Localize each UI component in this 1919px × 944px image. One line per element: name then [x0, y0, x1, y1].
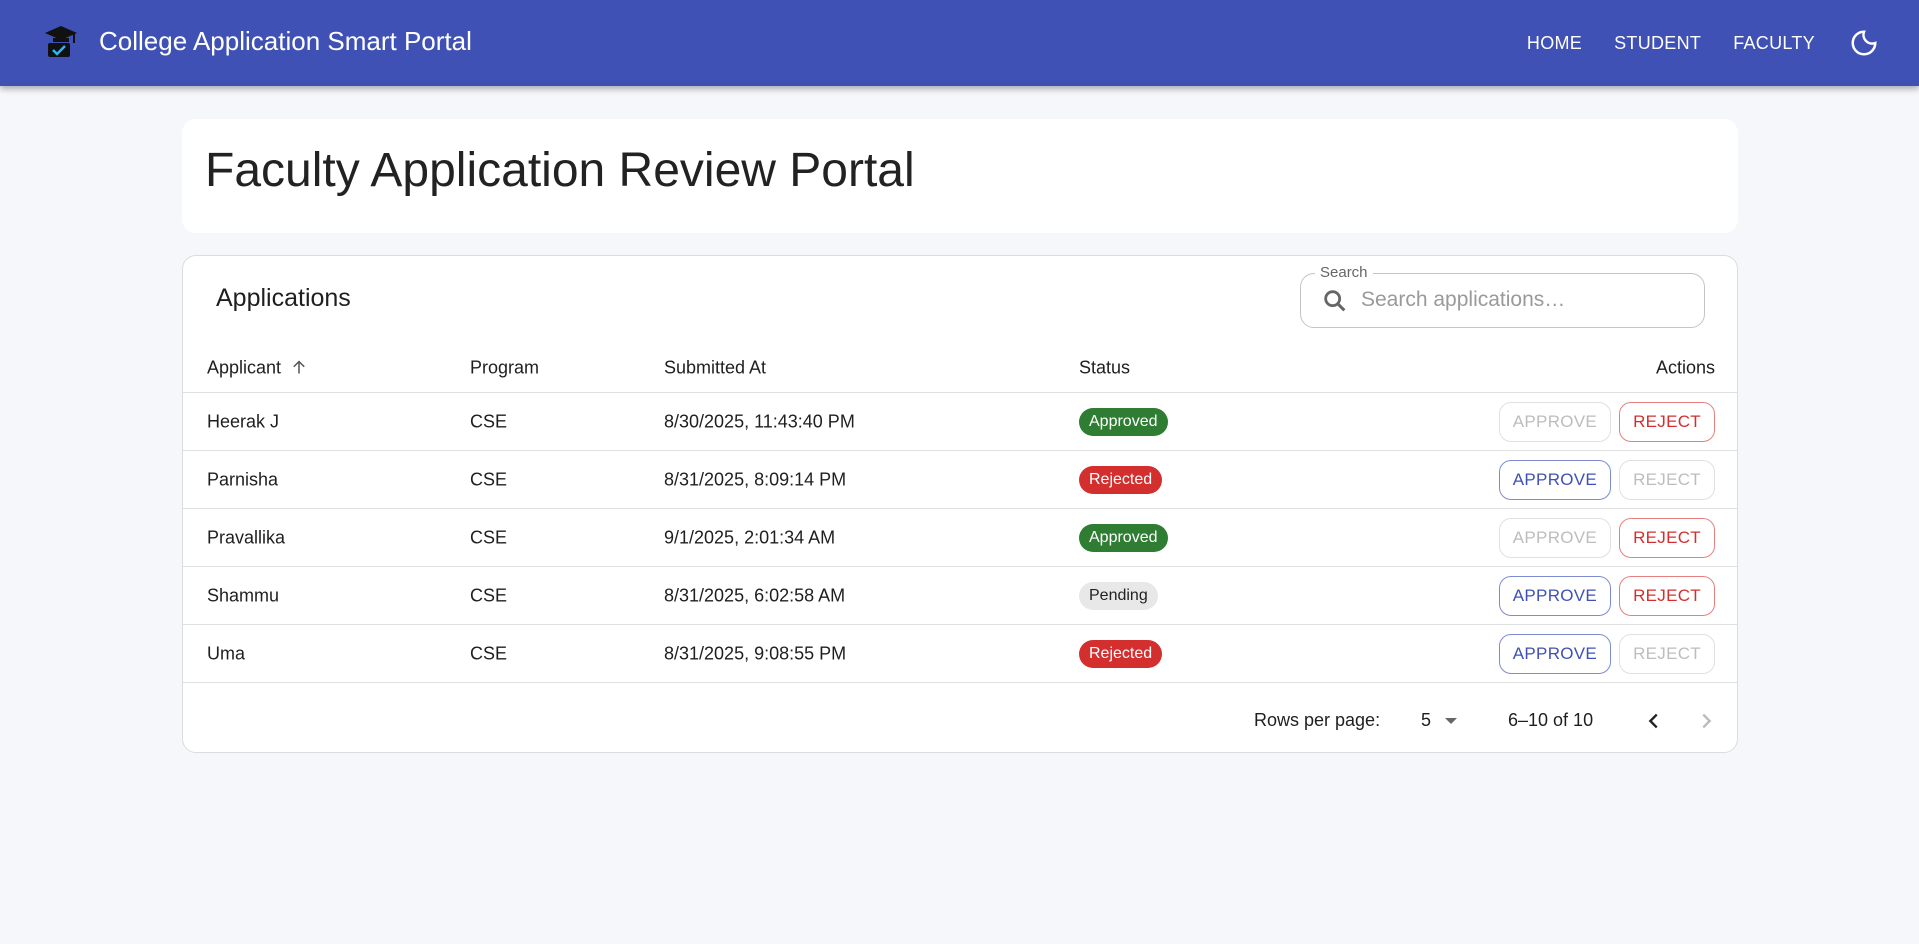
status-badge: Approved — [1079, 523, 1168, 552]
page-range: 6–10 of 10 — [1508, 710, 1594, 730]
app-title: College Application Smart Portal — [99, 26, 472, 56]
status-badge: Approved — [1079, 407, 1168, 436]
approve-button[interactable]: APPROVE — [1498, 517, 1612, 558]
status-cell: Rejected — [1079, 639, 1163, 668]
reject-button[interactable]: REJECT — [1619, 633, 1715, 674]
status-badge: Rejected — [1079, 465, 1163, 494]
submitted-at: 8/30/2025, 11:43:40 PM — [664, 411, 855, 431]
sort-arrow-up-icon[interactable] — [290, 359, 308, 377]
approve-button[interactable]: APPROVE — [1498, 575, 1612, 616]
column-label: Applicant — [207, 357, 282, 378]
column-applicant[interactable]: Applicant — [207, 358, 308, 379]
column-submitted: Submitted At — [664, 357, 767, 378]
program: CSE — [470, 643, 508, 663]
reject-button[interactable]: REJECT — [1619, 459, 1715, 500]
applicant-name: Pravallika — [207, 527, 286, 547]
program: CSE — [470, 411, 508, 431]
search-field: Search — [1300, 264, 1705, 328]
table-row: Uma CSE 8/31/2025, 9:08:55 PM Rejected A… — [183, 625, 1737, 683]
moon-icon[interactable] — [1849, 28, 1879, 58]
nav-bar: HOME STUDENT FACULTY — [1511, 0, 1879, 86]
column-actions: Actions — [1655, 357, 1715, 378]
status-cell: Approved — [1079, 407, 1168, 436]
pagination: Rows per page: 5 6–10 of 10 — [183, 706, 1737, 736]
reject-button[interactable]: REJECT — [1619, 401, 1715, 442]
column-status: Status — [1079, 357, 1131, 378]
table-row: Heerak J CSE 8/30/2025, 11:43:40 PM Appr… — [183, 393, 1737, 451]
program: CSE — [470, 469, 508, 489]
submitted-at: 8/31/2025, 8:09:14 PM — [664, 469, 847, 489]
program: CSE — [470, 527, 508, 547]
approve-button[interactable]: APPROVE — [1498, 459, 1612, 500]
actions-cell: APPROVE REJECT — [1491, 575, 1715, 616]
applicant-name: Parnisha — [207, 469, 279, 489]
rows-per-page-select[interactable]: 5 — [1421, 710, 1458, 731]
applications-heading: Applications — [216, 284, 351, 312]
table-row: Pravallika CSE 9/1/2025, 2:01:34 AM Appr… — [183, 509, 1737, 567]
reject-button[interactable]: REJECT — [1619, 575, 1715, 616]
search-label: Search — [1315, 264, 1373, 281]
column-program: Program — [470, 357, 540, 378]
applicant-name: Uma — [207, 643, 246, 663]
approve-button[interactable]: APPROVE — [1498, 401, 1612, 442]
search-input[interactable] — [1361, 284, 1681, 316]
submitted-at: 8/31/2025, 9:08:55 PM — [664, 643, 847, 663]
graduation-cap-icon — [45, 26, 77, 57]
chevron-right-icon[interactable] — [1695, 710, 1717, 732]
status-cell: Rejected — [1079, 465, 1163, 494]
chevron-left-icon[interactable] — [1643, 710, 1665, 732]
title-card: Faculty Application Review Portal — [182, 119, 1738, 233]
actions-cell: APPROVE REJECT — [1491, 459, 1715, 500]
applications-card: Applications Search Applicant Program Su… — [182, 255, 1738, 753]
submitted-at: 9/1/2025, 2:01:34 AM — [664, 527, 836, 547]
applicant-name: Shammu — [207, 585, 280, 605]
status-badge: Pending — [1079, 581, 1158, 610]
actions-cell: APPROVE REJECT — [1491, 633, 1715, 674]
table-row: Parnisha CSE 8/31/2025, 8:09:14 PM Rejec… — [183, 451, 1737, 509]
rows-per-page-value: 5 — [1421, 710, 1432, 730]
submitted-at: 8/31/2025, 6:02:58 AM — [664, 585, 846, 605]
page-title: Faculty Application Review Portal — [205, 144, 915, 197]
status-badge: Rejected — [1079, 639, 1163, 668]
app-bar: College Application Smart Portal HOME ST… — [0, 0, 1919, 86]
nav-student[interactable]: STUDENT — [1598, 33, 1717, 54]
nav-faculty[interactable]: FACULTY — [1717, 33, 1831, 54]
reject-button[interactable]: REJECT — [1619, 517, 1715, 558]
applicant-name: Heerak J — [207, 411, 280, 431]
table-row: Shammu CSE 8/31/2025, 6:02:58 AM Pending… — [183, 567, 1737, 625]
caret-down-icon — [1445, 718, 1458, 724]
actions-cell: APPROVE REJECT — [1491, 517, 1715, 558]
approve-button[interactable]: APPROVE — [1498, 633, 1612, 674]
nav-home[interactable]: HOME — [1511, 33, 1598, 54]
status-cell: Approved — [1079, 523, 1168, 552]
table-header: Applicant Program Submitted At Status Ac… — [183, 344, 1737, 393]
rows-per-page-label: Rows per page: — [1254, 710, 1381, 730]
search-icon — [1324, 290, 1346, 312]
status-cell: Pending — [1079, 581, 1158, 610]
program: CSE — [470, 585, 508, 605]
actions-cell: APPROVE REJECT — [1491, 401, 1715, 442]
